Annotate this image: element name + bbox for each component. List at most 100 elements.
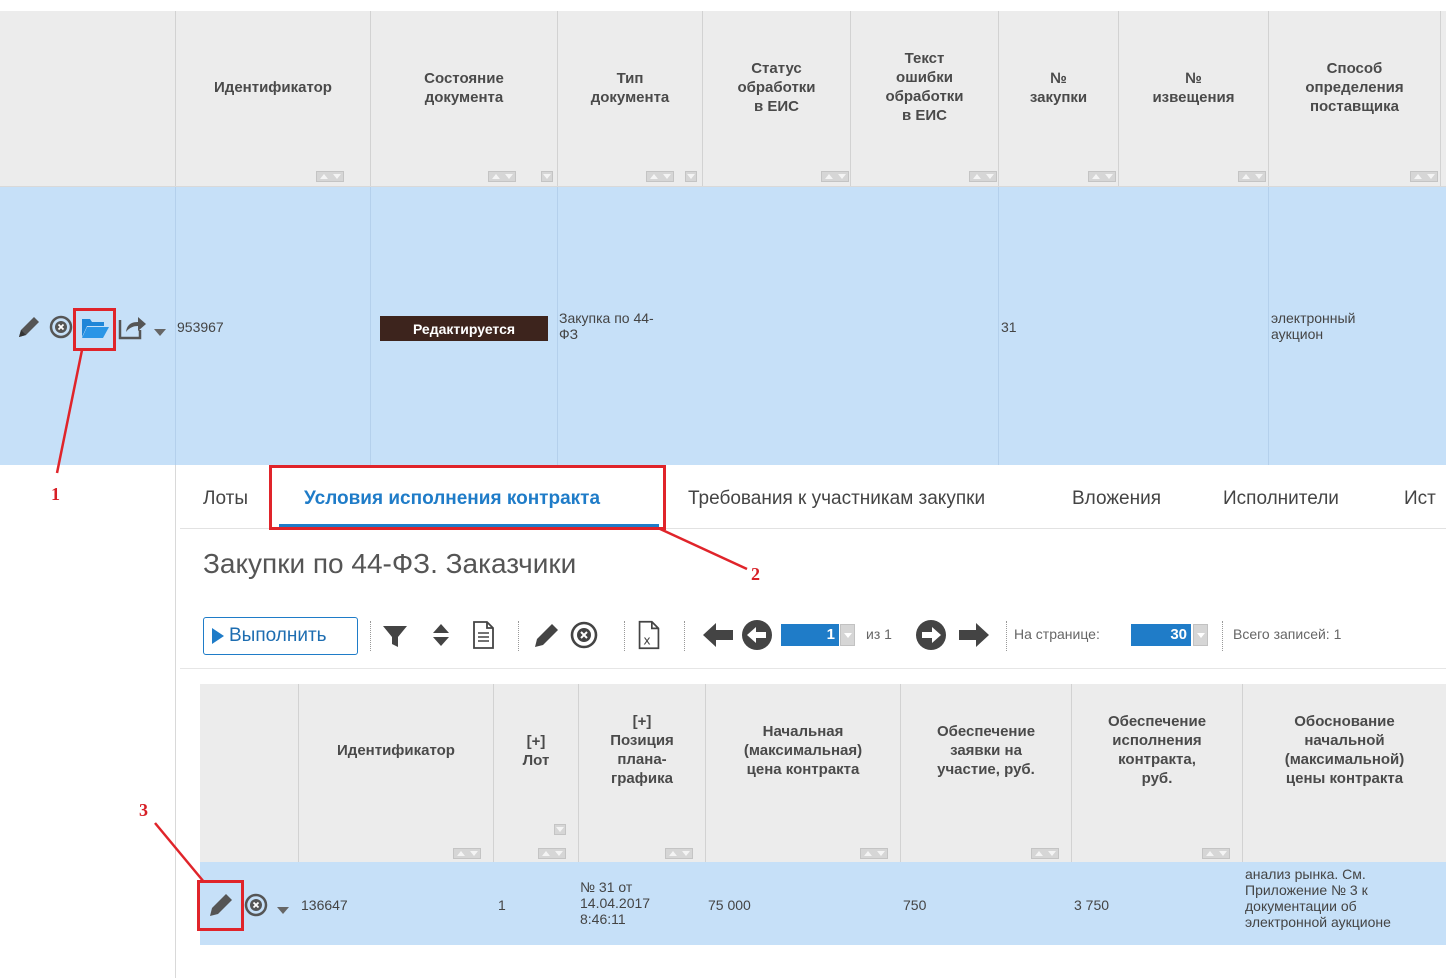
annotation-number-1: 1 [51, 484, 60, 504]
detail-panel-border [175, 465, 176, 978]
filter-dropdown-icon[interactable] [541, 171, 553, 182]
total-records-label: Всего записей: 1 [1233, 626, 1342, 642]
edit-pencil-icon[interactable] [530, 618, 562, 652]
sort-icon[interactable] [430, 618, 452, 652]
last-page-arrow-icon[interactable] [956, 618, 992, 652]
cell-contract-security: 3 750 [1074, 897, 1110, 913]
toolbar-separator [624, 621, 625, 651]
column-header-purchase-no[interactable]: № закупки [999, 11, 1118, 186]
column-header-type[interactable]: Тип документа [558, 11, 702, 186]
column-separator [1268, 187, 1269, 465]
page-dropdown-icon[interactable] [840, 624, 855, 646]
toolbar-separator [1222, 621, 1223, 651]
excel-export-icon[interactable]: x [634, 618, 664, 652]
subgrid-title: Закупки по 44-ФЗ. Заказчики [203, 548, 577, 579]
tab-participant-requirements[interactable]: Требования к участникам закупки [688, 488, 985, 510]
column-header-eis-error[interactable]: Текст ошибки обработки в ЕИС [851, 11, 998, 186]
column-header-start-price[interactable]: Начальная (максимальная) цена контракта [706, 684, 900, 859]
delete-circle-icon[interactable] [48, 314, 74, 340]
sort-arrows-icon[interactable] [1410, 171, 1438, 182]
annotation-number-2: 2 [751, 564, 760, 584]
toolbar-divider [180, 668, 1446, 669]
execute-button-label: Выполнить [229, 625, 327, 646]
annotation-box-2 [269, 465, 666, 530]
column-header-plan-position[interactable]: [+] Позиция плана- графика [579, 684, 705, 859]
column-header-id[interactable]: Идентификатор [299, 684, 493, 859]
annotation-number-3: 3 [139, 800, 148, 820]
toolbar-separator [370, 621, 371, 651]
sort-arrows-icon[interactable] [969, 171, 997, 182]
sort-arrows-icon[interactable] [821, 171, 849, 182]
cell-supplier-method: электронный аукцион [1271, 310, 1356, 342]
delete-circle-icon[interactable] [243, 892, 269, 918]
sort-arrows-icon[interactable] [538, 848, 566, 859]
annotation-arrow-1 [55, 349, 84, 474]
cell-id: 136647 [301, 897, 348, 913]
top-grid-header: Идентификатор Состояние документа Тип до… [0, 11, 1446, 187]
column-header-id[interactable]: Идентификатор [176, 11, 370, 186]
pencil-icon[interactable] [14, 312, 44, 342]
column-separator [557, 187, 558, 465]
annotation-arrow-3 [154, 822, 205, 883]
sort-arrows-icon[interactable] [1238, 171, 1266, 182]
column-header-price-justification[interactable]: Обоснование начальной (максимальной) цен… [1243, 684, 1446, 859]
previous-page-icon[interactable] [740, 618, 774, 652]
cell-bid-security: 750 [903, 897, 927, 913]
column-separator [998, 187, 999, 465]
cell-id: 953967 [177, 319, 224, 335]
annotation-box-1 [73, 308, 116, 351]
execute-button[interactable]: Выполнить [203, 617, 358, 655]
per-page-label: На странице: [1014, 626, 1100, 642]
document-icon[interactable] [468, 618, 498, 652]
cell-price-justification: анализ рынка. См. Приложение № 3 к докум… [1245, 866, 1391, 930]
page-count-label: из 1 [866, 626, 892, 642]
column-header-contract-security[interactable]: Обеспечение исполнения контракта, руб. [1072, 684, 1242, 859]
chevron-down-icon[interactable] [152, 326, 168, 338]
tab-lots[interactable]: Лоты [203, 488, 248, 510]
sort-arrows-icon[interactable] [860, 848, 888, 859]
sort-arrows-icon[interactable] [1031, 848, 1059, 859]
cell-purchase-no: 31 [1001, 319, 1017, 335]
toolbar-separator [518, 621, 519, 651]
tab-attachments[interactable]: Вложения [1072, 488, 1161, 510]
svg-text:x: x [643, 633, 650, 647]
column-separator [1440, 11, 1441, 186]
delete-circle-icon[interactable] [568, 618, 600, 652]
sort-arrows-icon[interactable] [453, 848, 481, 859]
column-header-bid-security[interactable]: Обеспечение заявки на участие, руб. [901, 684, 1071, 859]
cell-start-price: 75 000 [708, 897, 751, 913]
cell-lot: 1 [498, 897, 506, 913]
tab-history[interactable]: Ист [1404, 488, 1436, 510]
chevron-down-icon[interactable] [275, 904, 291, 916]
status-badge: Редактируется [380, 316, 548, 341]
toolbar-separator [684, 621, 685, 651]
page-number-input[interactable]: 1 [781, 624, 839, 646]
sort-arrows-icon[interactable] [1202, 848, 1230, 859]
per-page-dropdown-icon[interactable] [1193, 624, 1208, 646]
sort-arrows-icon[interactable] [646, 171, 674, 182]
filter-icon[interactable] [380, 618, 410, 652]
sort-arrows-icon[interactable] [316, 171, 344, 182]
next-page-icon[interactable] [914, 618, 948, 652]
filter-dropdown-icon[interactable] [554, 824, 566, 835]
tab-executors[interactable]: Исполнители [1223, 488, 1339, 510]
column-header-notice-no[interactable]: № извещения [1119, 11, 1268, 186]
sort-arrows-icon[interactable] [1088, 171, 1116, 182]
annotation-arrow-2 [657, 526, 748, 571]
column-header-state[interactable]: Состояние документа [371, 11, 557, 186]
column-separator [370, 187, 371, 465]
sort-arrows-icon[interactable] [665, 848, 693, 859]
column-header-supplier-method[interactable]: Способ определения поставщика [1269, 11, 1440, 186]
column-header-eis-status[interactable]: Статус обработки в ЕИС [703, 11, 850, 186]
play-icon [212, 628, 224, 644]
toolbar-separator [1006, 621, 1007, 651]
share-export-icon[interactable] [116, 312, 148, 342]
bottom-grid-header: Идентификатор [+] Лот [+] Позиция плана-… [200, 684, 1446, 862]
per-page-input[interactable]: 30 [1131, 624, 1191, 646]
cell-type: Закупка по 44- ФЗ [559, 310, 654, 342]
sort-arrows-icon[interactable] [488, 171, 516, 182]
cell-plan-position: № 31 от 14.04.2017 8:46:11 [580, 879, 651, 927]
column-separator [175, 187, 176, 465]
first-page-arrow-icon[interactable] [700, 618, 736, 652]
filter-dropdown-icon[interactable] [685, 171, 697, 182]
